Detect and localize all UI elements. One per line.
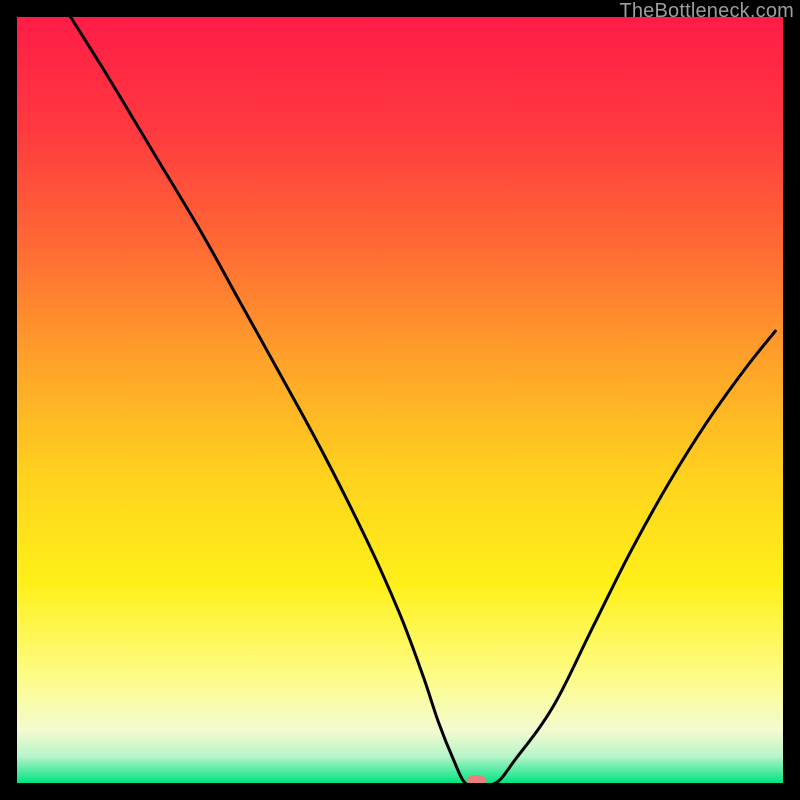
gradient-background bbox=[17, 17, 783, 783]
bottleneck-plot bbox=[17, 17, 783, 783]
chart-stage: TheBottleneck.com bbox=[0, 0, 800, 800]
attribution-text: TheBottleneck.com bbox=[619, 0, 794, 23]
